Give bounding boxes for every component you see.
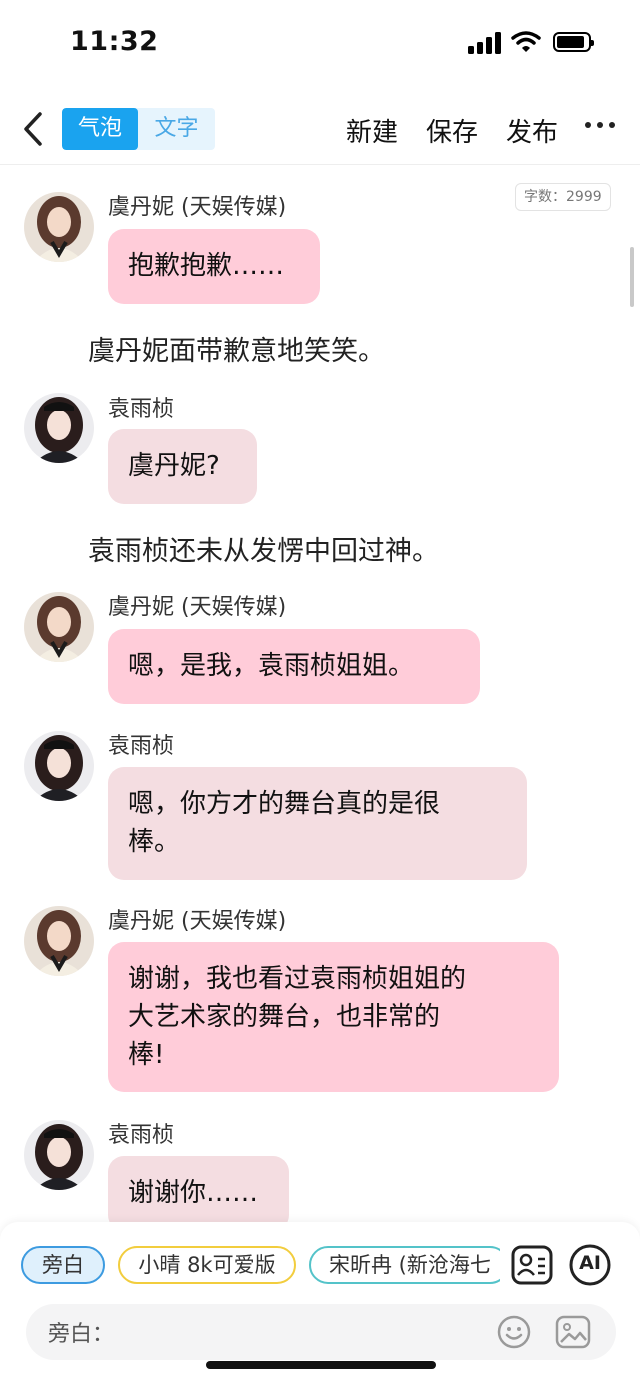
role-chip-narration[interactable]: 旁白 <box>21 1246 105 1284</box>
speaker-name: 袁雨桢 <box>108 734 175 759</box>
new-button[interactable]: 新建 <box>346 112 398 149</box>
bubble-line: 虞丹妮? <box>128 451 220 481</box>
speaker-name: 虞丹妮 (天娱传媒) <box>108 909 287 934</box>
narration-text[interactable]: 袁雨桢还未从发愣中回过神。 <box>88 529 439 568</box>
avatar[interactable] <box>24 1120 94 1190</box>
nav-bar: 气泡 文字 新建 保存 发布 <box>0 98 640 165</box>
save-button[interactable]: 保存 <box>426 112 478 149</box>
speaker-name: 虞丹妮 (天娱传媒) <box>108 195 287 220</box>
battery-icon <box>553 32 594 52</box>
avatar[interactable] <box>24 592 94 662</box>
avatar[interactable] <box>24 393 94 463</box>
publish-button[interactable]: 发布 <box>506 112 558 149</box>
back-chevron-icon[interactable] <box>20 111 48 147</box>
role-chip[interactable]: 小晴 8k可爱版 <box>118 1246 296 1284</box>
bubble-line: 大艺术家的舞台，也非常的 <box>128 1002 441 1032</box>
role-chip[interactable]: 宋昕冉 (新沧海七 <box>309 1246 500 1284</box>
chat-area[interactable]: 字数：2999 虞丹妮 (天娱传媒) 抱歉抱歉…… 虞丹妮面带歉意地笑笑。 袁雨… <box>0 165 640 1223</box>
more-icon[interactable] <box>585 122 615 132</box>
scrollbar[interactable] <box>630 247 634 307</box>
image-icon[interactable] <box>554 1314 592 1350</box>
mode-switch: 气泡 文字 <box>62 108 215 150</box>
status-bar: 11:32 <box>0 0 640 90</box>
dialogue-input[interactable]: 旁白： <box>26 1304 616 1360</box>
speaker-name: 虞丹妮 (天娱传媒) <box>108 595 287 620</box>
bubble-line: 嗯，是我，袁雨桢姐姐。 <box>128 651 415 681</box>
chat-bubble[interactable]: 嗯，你方才的舞台真的是很 棒。 <box>108 767 527 880</box>
ai-label: AI <box>579 1252 601 1274</box>
bubble-line: 棒。 <box>128 827 181 857</box>
signal-icon <box>468 32 502 54</box>
chat-bubble[interactable]: 谢谢，我也看过袁雨桢姐姐的 大艺术家的舞台，也非常的 棒! <box>108 942 559 1092</box>
input-role-label: 旁白： <box>48 1322 115 1347</box>
tab-text-mode[interactable]: 文字 <box>138 108 215 150</box>
narration-text[interactable]: 虞丹妮面带歉意地笑笑。 <box>88 329 385 368</box>
avatar[interactable] <box>24 731 94 801</box>
bubble-line: 棒! <box>128 1040 165 1070</box>
role-chip-row[interactable]: 旁白 小晴 8k可爱版 宋昕冉 (新沧海七 <box>0 1246 500 1286</box>
contact-card-icon[interactable] <box>509 1242 555 1288</box>
avatar[interactable] <box>24 192 94 262</box>
bubble-line: 抱歉抱歉…… <box>128 251 285 281</box>
wifi-icon <box>511 31 541 52</box>
bubble-line: 谢谢，我也看过袁雨桢姐姐的 <box>128 964 467 994</box>
ai-icon[interactable]: AI <box>567 1242 613 1288</box>
home-indicator <box>206 1361 436 1369</box>
bottom-panel: 旁白 小晴 8k可爱版 宋昕冉 (新沧海七 AI 旁白： <box>0 1222 640 1385</box>
speaker-name: 袁雨桢 <box>108 397 175 422</box>
bubble-line: 嗯，你方才的舞台真的是很 <box>128 789 441 819</box>
bubble-line: 谢谢你…… <box>128 1178 259 1208</box>
avatar[interactable] <box>24 906 94 976</box>
word-count-badge: 字数：2999 <box>515 183 611 211</box>
status-time: 11:32 <box>70 26 159 57</box>
chat-bubble[interactable]: 虞丹妮? <box>108 429 257 504</box>
emoji-icon[interactable] <box>496 1314 532 1350</box>
chat-bubble[interactable]: 抱歉抱歉…… <box>108 229 320 304</box>
speaker-name: 袁雨桢 <box>108 1123 175 1148</box>
chat-bubble[interactable]: 谢谢你…… <box>108 1156 289 1223</box>
chat-bubble[interactable]: 嗯，是我，袁雨桢姐姐。 <box>108 629 480 704</box>
tab-bubble-mode[interactable]: 气泡 <box>62 108 138 150</box>
